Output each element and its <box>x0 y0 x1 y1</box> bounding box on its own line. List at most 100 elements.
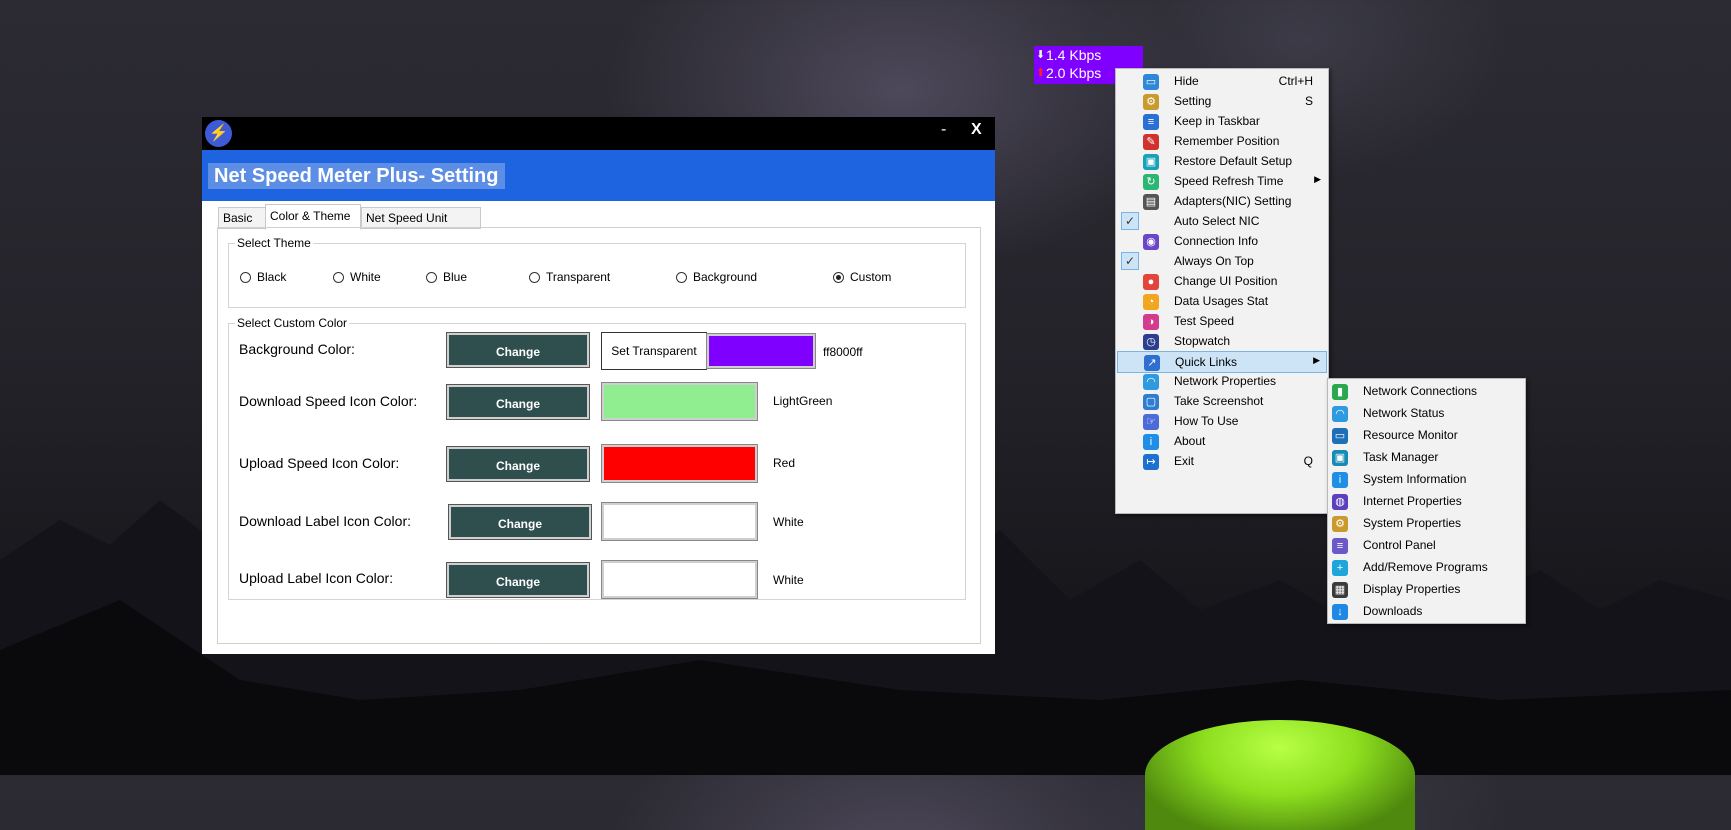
menu-item-label: Always On Top <box>1174 254 1254 268</box>
color-theme-panel: Select Theme Black White Blue Transparen… <box>217 227 981 644</box>
connection-info-icon: ◉ <box>1143 234 1159 250</box>
quick-link-system-information[interactable]: i System Information <box>1329 469 1524 491</box>
theme-radio-transparent[interactable]: Transparent <box>529 270 610 284</box>
restore-icon: ▣ <box>1143 154 1159 170</box>
upload-speed: 2.0 Kbps <box>1046 65 1102 81</box>
display-icon: ▦ <box>1332 582 1348 598</box>
change-download-speed-icon-color-button[interactable]: Change <box>446 384 590 420</box>
menu-item-label: Auto Select NIC <box>1174 214 1260 228</box>
menu-item-network-properties[interactable]: ◠ Network Properties <box>1117 371 1327 393</box>
download-label-icon-color-label: Download Label Icon Color: <box>239 513 411 529</box>
theme-radio-blue[interactable]: Blue <box>426 270 467 284</box>
menu-item-label: Network Properties <box>1174 374 1277 388</box>
menu-item-speed-refresh-time[interactable]: ↻ Speed Refresh Time ▶ <box>1117 171 1327 193</box>
quick-link-control-panel[interactable]: ≡ Control Panel <box>1329 535 1524 557</box>
speedometer-icon: ◑ <box>1143 314 1159 330</box>
close-button[interactable]: X <box>971 121 982 139</box>
radio-label: Background <box>693 270 758 284</box>
quick-link-label: Add/Remove Programs <box>1363 560 1488 574</box>
menu-item-label: Data Usages Stat <box>1174 294 1269 308</box>
quick-link-add-remove-programs[interactable]: + Add/Remove Programs <box>1329 557 1524 579</box>
menu-item-label: Change UI Position <box>1174 274 1278 288</box>
menu-item-exit[interactable]: ↦ Exit Q <box>1117 451 1327 473</box>
download-speed-icon-color-value: LightGreen <box>773 394 833 408</box>
radio-dot[interactable] <box>240 271 251 283</box>
theme-radio-white[interactable]: White <box>333 270 381 284</box>
menu-item-connection-info[interactable]: ◉ Connection Info <box>1117 231 1327 253</box>
menu-item-label: Hide <box>1174 74 1199 88</box>
quick-link-downloads[interactable]: ↓ Downloads <box>1329 601 1524 623</box>
menu-item-hide[interactable]: ▭ Hide Ctrl+H <box>1117 71 1327 93</box>
menu-item-auto-select-nic[interactable]: ✓ Auto Select NIC <box>1117 211 1327 233</box>
change-upload-label-icon-color-button[interactable]: Change <box>446 562 590 598</box>
title-bar[interactable]: ⚡ - X <box>202 117 995 150</box>
menu-item-quick-links[interactable]: ↗ Quick Links ▶ <box>1117 351 1327 373</box>
download-speed: 1.4 Kbps <box>1046 47 1102 63</box>
tab-basic[interactable]: Basic <box>218 207 266 229</box>
quick-link-label: Display Properties <box>1363 582 1461 596</box>
globe-icon: ◍ <box>1332 494 1348 510</box>
radio-dot-selected[interactable] <box>833 271 844 283</box>
checkmark-icon: ✓ <box>1121 252 1139 270</box>
share-icon: ↗ <box>1144 355 1160 371</box>
hide-icon: ▭ <box>1143 74 1159 90</box>
menu-item-label: Test Speed <box>1174 314 1235 328</box>
menu-item-take-screenshot[interactable]: ▢ Take Screenshot <box>1117 391 1327 413</box>
quick-link-resource-monitor[interactable]: ▭ Resource Monitor <box>1329 425 1524 447</box>
minimize-button[interactable]: - <box>941 121 946 139</box>
radio-dot[interactable] <box>426 271 437 283</box>
menu-item-always-on-top[interactable]: ✓ Always On Top <box>1117 251 1327 273</box>
wifi-icon: ◠ <box>1143 374 1159 390</box>
upload-speed-icon-color-label: Upload Speed Icon Color: <box>239 455 400 471</box>
menu-item-test-speed[interactable]: ◑ Test Speed <box>1117 311 1327 333</box>
quick-link-display-properties[interactable]: ▦ Display Properties <box>1329 579 1524 601</box>
theme-radio-black[interactable]: Black <box>240 270 286 284</box>
upload-label-icon-color-swatch <box>601 560 758 599</box>
upload-speed-icon-color-swatch <box>601 444 758 483</box>
theme-radio-background[interactable]: Background <box>676 270 757 284</box>
radio-dot[interactable] <box>676 271 687 283</box>
tray-context-menu: ▭ Hide Ctrl+H ⚙ Setting S ≡ Keep in Taskbar ✎ Rem… <box>1115 68 1329 514</box>
radio-dot[interactable] <box>333 271 344 283</box>
background-color-swatch <box>706 333 816 369</box>
download-speed-icon-color-label: Download Speed Icon Color: <box>239 393 418 409</box>
tab-net-speed-unit[interactable]: Net Speed Unit <box>361 207 481 229</box>
quick-link-label: System Information <box>1363 472 1467 486</box>
quick-link-internet-properties[interactable]: ◍ Internet Properties <box>1329 491 1524 513</box>
set-transparent-button[interactable]: Set Transparent <box>601 332 707 370</box>
radio-label: White <box>350 270 381 284</box>
change-download-label-icon-color-button[interactable]: Change <box>448 504 592 540</box>
change-background-color-button[interactable]: Change <box>446 332 590 368</box>
wifi-icon: ◠ <box>1332 406 1348 422</box>
menu-item-change-ui-position[interactable]: ● Change UI Position <box>1117 271 1327 293</box>
menu-item-about[interactable]: i About <box>1117 431 1327 453</box>
quick-link-task-manager[interactable]: ▣ Task Manager <box>1329 447 1524 469</box>
custom-color-group-label: Select Custom Color <box>237 316 348 330</box>
radio-label: Transparent <box>546 270 611 284</box>
radio-dot[interactable] <box>529 271 540 283</box>
menu-item-restore-default-setup[interactable]: ▣ Restore Default Setup <box>1117 151 1327 173</box>
tent-image <box>1145 720 1415 830</box>
menu-item-keep-in-taskbar[interactable]: ≡ Keep in Taskbar <box>1117 111 1327 133</box>
quick-link-network-connections[interactable]: ▮ Network Connections <box>1329 381 1524 403</box>
theme-radio-custom[interactable]: Custom <box>833 270 891 284</box>
menu-item-label: About <box>1174 434 1206 448</box>
menu-item-how-to-use[interactable]: ☞ How To Use <box>1117 411 1327 433</box>
upload-label-icon-color-label: Upload Label Icon Color: <box>239 570 394 586</box>
quick-link-system-properties[interactable]: ⚙ System Properties <box>1329 513 1524 535</box>
pie-chart-icon: ◔ <box>1143 294 1159 310</box>
menu-item-stopwatch[interactable]: ◷ Stopwatch <box>1117 331 1327 353</box>
menu-item-remember-position[interactable]: ✎ Remember Position <box>1117 131 1327 153</box>
download-speed-icon-color-swatch <box>601 382 758 421</box>
adapter-icon: ▤ <box>1143 194 1159 210</box>
menu-item-adapters-nic-setting[interactable]: ▤ Adapters(NIC) Setting <box>1117 191 1327 213</box>
quick-link-label: Internet Properties <box>1363 494 1462 508</box>
quick-link-network-status[interactable]: ◠ Network Status <box>1329 403 1524 425</box>
monitor-icon: ▭ <box>1332 428 1348 444</box>
menu-item-data-usages-stat[interactable]: ◔ Data Usages Stat <box>1117 291 1327 313</box>
task-manager-icon: ▣ <box>1332 450 1348 466</box>
menu-item-setting[interactable]: ⚙ Setting S <box>1117 91 1327 113</box>
bar-chart-icon: ▮ <box>1332 384 1348 400</box>
app-logo-icon: ⚡ <box>205 120 232 147</box>
change-upload-speed-icon-color-button[interactable]: Change <box>446 446 590 482</box>
